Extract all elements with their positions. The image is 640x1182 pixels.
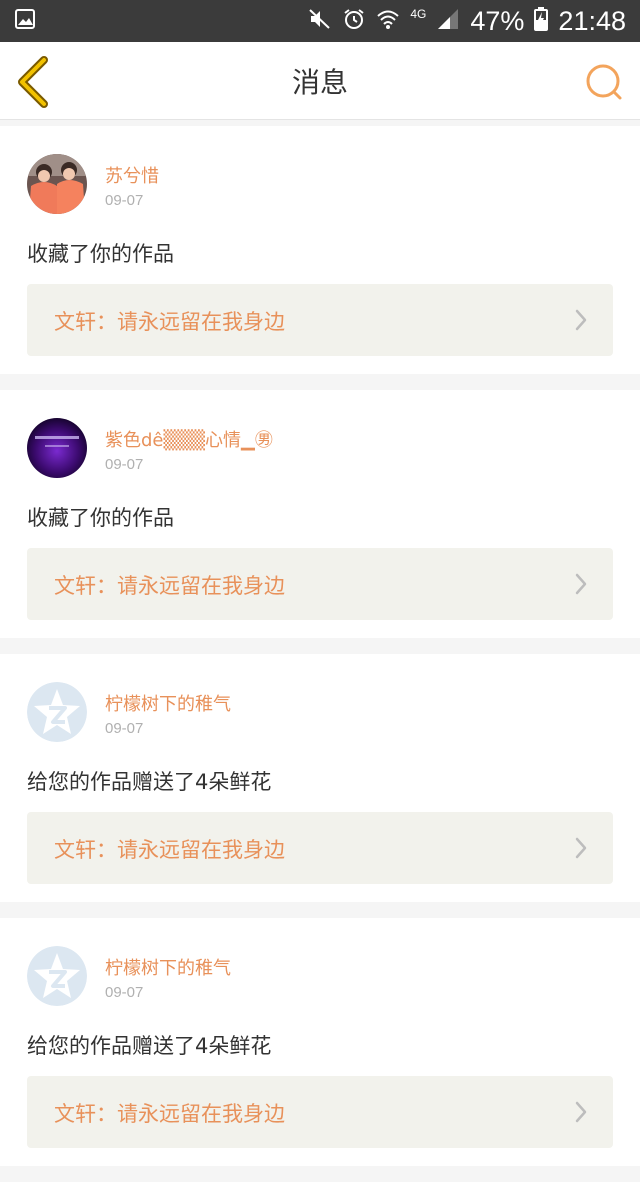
message-date: 09-07 (105, 984, 144, 1001)
message-date: 09-07 (105, 456, 144, 473)
network-type: 4G (410, 7, 427, 21)
message-date: 09-07 (105, 720, 144, 737)
username[interactable]: 柠檬树下的稚气 (105, 954, 231, 980)
page-title: 消息 (291, 65, 348, 99)
wifi-icon (376, 7, 400, 35)
work-link[interactable]: 文轩：请永远留在我身边 (27, 812, 613, 884)
avatar[interactable] (27, 154, 87, 214)
search-icon (586, 64, 622, 100)
default-avatar-icon (27, 946, 87, 1006)
message-text: 给您的作品赠送了4朵鲜花 (27, 1034, 272, 1058)
work-link[interactable]: 文轩：请永远留在我身边 (27, 284, 613, 356)
search-button[interactable] (584, 62, 624, 102)
work-title: 文轩：请永远留在我身边 (54, 1102, 285, 1126)
chevron-right-icon (575, 573, 587, 595)
username[interactable]: 苏兮惜 (105, 162, 159, 188)
message-date: 09-07 (105, 192, 144, 209)
message-text: 收藏了你的作品 (27, 506, 174, 530)
chevron-right-icon (575, 837, 587, 859)
work-title: 文轩：请永远留在我身边 (54, 838, 285, 862)
battery-percent: 47% (470, 5, 525, 36)
chevron-right-icon (575, 1101, 587, 1123)
message-item: 紫色dê▒▒▒心情▁㊚ 09-07 收藏了你的作品 文轩：请永远留在我身边 (0, 390, 640, 638)
avatar[interactable] (27, 682, 87, 742)
username[interactable]: 紫色dê▒▒▒心情▁㊚ (105, 426, 273, 452)
back-button[interactable] (14, 56, 58, 108)
image-icon (14, 8, 36, 34)
back-chevron-icon (18, 56, 48, 108)
status-bar: 4G 47% 21:48 (0, 0, 640, 42)
signal-icon (436, 7, 460, 35)
chevron-right-icon (575, 309, 587, 331)
work-link[interactable]: 文轩：请永远留在我身边 (27, 548, 613, 620)
avatar[interactable] (27, 946, 87, 1006)
work-title: 文轩：请永远留在我身边 (54, 310, 285, 334)
message-item: 柠檬树下的稚气 09-07 给您的作品赠送了4朵鲜花 文轩：请永远留在我身边 (0, 654, 640, 902)
mute-icon (308, 7, 332, 35)
message-item: 柠檬树下的稚气 09-07 给您的作品赠送了4朵鲜花 文轩：请永远留在我身边 (0, 918, 640, 1166)
header-bar: 消息 (0, 42, 640, 120)
message-item: 苏兮惜 09-07 收藏了你的作品 文轩：请永远留在我身边 (0, 126, 640, 374)
alarm-icon (342, 7, 366, 35)
message-text: 给您的作品赠送了4朵鲜花 (27, 770, 272, 794)
username[interactable]: 柠檬树下的稚气 (105, 690, 231, 716)
message-list: 苏兮惜 09-07 收藏了你的作品 文轩：请永远留在我身边 紫色dê▒▒▒心情▁… (0, 126, 640, 1182)
work-title: 文轩：请永远留在我身边 (54, 574, 285, 598)
default-avatar-icon (27, 682, 87, 742)
message-text: 收藏了你的作品 (27, 242, 174, 266)
clock: 21:48 (558, 5, 626, 36)
avatar[interactable] (27, 418, 87, 478)
battery-charging-icon (534, 7, 549, 35)
work-link[interactable]: 文轩：请永远留在我身边 (27, 1076, 613, 1148)
